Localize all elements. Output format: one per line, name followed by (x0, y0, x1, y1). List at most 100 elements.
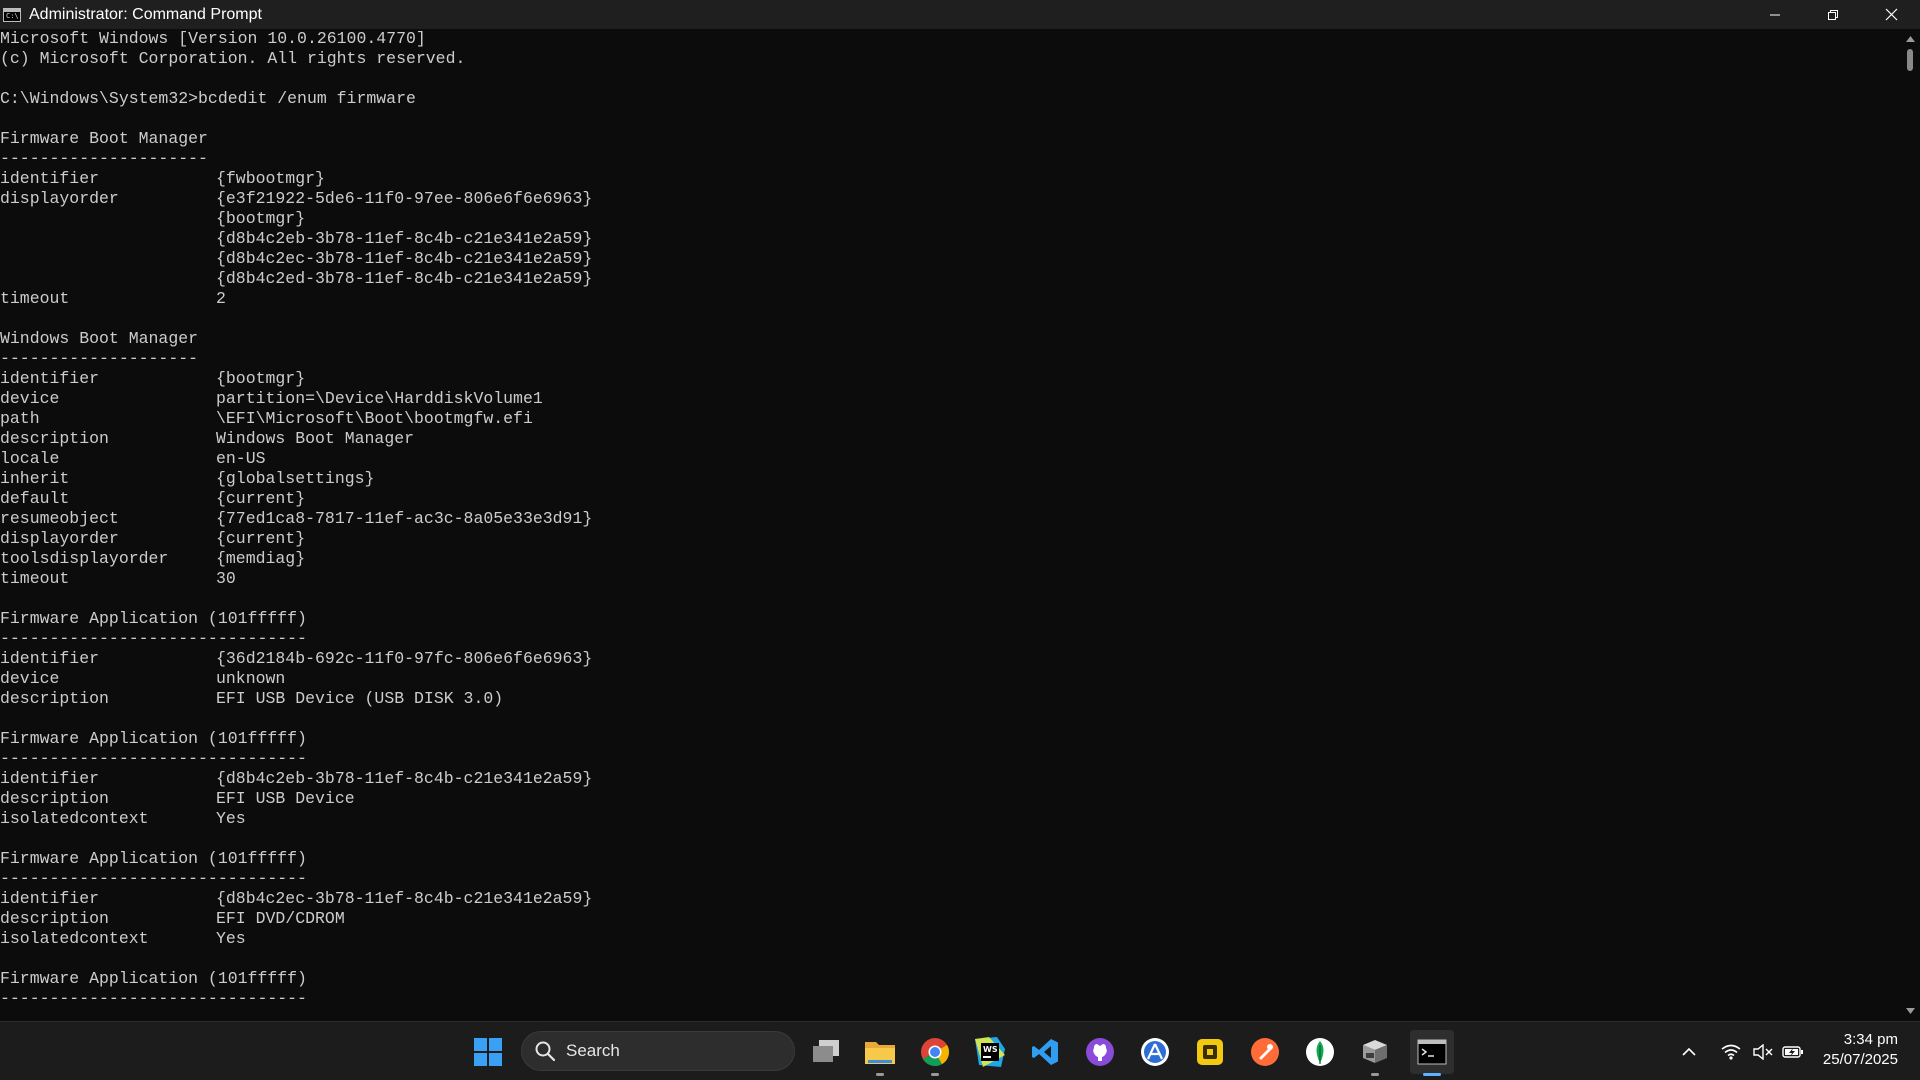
console-key (0, 269, 216, 289)
console-line: isolatedcontext Yes (0, 809, 1900, 829)
minimize-button[interactable] (1746, 0, 1804, 29)
volume-muted-icon (1753, 1043, 1773, 1060)
console-value: Yes (216, 809, 246, 828)
vscode-button[interactable] (1027, 1034, 1063, 1070)
console-line: displayorder {e3f21922-5de6-11f0-97ee-806… (0, 189, 1900, 209)
restore-icon (1828, 9, 1838, 20)
start-button[interactable] (470, 1034, 506, 1070)
scroll-up-arrow[interactable] (1900, 31, 1920, 47)
scroll-thumb[interactable] (1907, 49, 1913, 71)
battery-button[interactable] (1778, 1045, 1808, 1059)
clock[interactable]: 3:34 pm 25/07/2025 (1823, 1030, 1898, 1070)
terminal-button[interactable] (1410, 1030, 1454, 1076)
console-line: toolsdisplayorder {memdiag} (0, 549, 1900, 569)
console-line: {d8b4c2eb-3b78-11ef-8c4b-c21e341e2a59} (0, 229, 1900, 249)
app-store-button[interactable] (1137, 1034, 1173, 1070)
volume-button[interactable] (1748, 1043, 1778, 1060)
console-line: Firmware Boot Manager (0, 129, 208, 148)
console-line: device unknown (0, 669, 1900, 689)
console-value: {fwbootmgr} (216, 169, 325, 188)
console-value: {bootmgr} (216, 369, 306, 388)
running-indicator (931, 1073, 939, 1076)
task-view-icon (813, 1040, 839, 1062)
restore-button[interactable] (1804, 0, 1862, 29)
console-line: path \EFI\Microsoft\Boot\bootmgfw.efi (0, 409, 1900, 429)
github-desktop-button[interactable] (1082, 1034, 1118, 1070)
console-line: timeout 30 (0, 569, 1900, 589)
console-line: identifier {d8b4c2eb-3b78-11ef-8c4b-c21e3… (0, 769, 1900, 789)
console-line: Firmware Application (101fffff) (0, 609, 307, 628)
console-key: displayorder (0, 529, 119, 548)
console-value: {current} (216, 489, 306, 508)
console-line: description EFI DVD/CDROM (0, 909, 1900, 929)
console-line: description Windows Boot Manager (0, 429, 1900, 449)
console-line: default {current} (0, 489, 1900, 509)
console-key: timeout (0, 569, 70, 588)
scroll-down-arrow[interactable] (1900, 1003, 1920, 1019)
show-hidden-icons-button[interactable] (1676, 1047, 1702, 1057)
console-line: -------------------- (0, 349, 199, 368)
console-key: device (0, 669, 60, 688)
terminal-icon (1417, 1039, 1447, 1065)
folder-icon (865, 1042, 895, 1064)
console-key: locale (0, 449, 60, 468)
webstorm-icon: WS (975, 1037, 1005, 1067)
yellow-app-button[interactable] (1192, 1034, 1228, 1070)
console-line: identifier {bootmgr} (0, 369, 1900, 389)
title-bar[interactable]: C:\ Administrator: Command Prompt (0, 0, 1920, 29)
console-value: 2 (216, 289, 226, 308)
console-key: identifier (0, 769, 100, 788)
console-value: unknown (216, 669, 286, 688)
clock-time: 3:34 pm (1843, 1031, 1898, 1048)
console-line: Firmware Application (101fffff) (0, 969, 307, 988)
task-view-button[interactable] (808, 1034, 844, 1070)
console-value: {36d2184b-692c-11f0-97fc-806e6f6e6963} (216, 649, 593, 668)
console-line: {d8b4c2ec-3b78-11ef-8c4b-c21e341e2a59} (0, 249, 1900, 269)
network-button[interactable] (1714, 1044, 1748, 1060)
search-label: Search (566, 1041, 620, 1060)
postman-icon (1251, 1038, 1279, 1066)
console-line: inherit {globalsettings} (0, 469, 1900, 489)
close-button[interactable] (1862, 0, 1920, 29)
search-box[interactable]: Search (521, 1031, 795, 1071)
console-key: description (0, 429, 109, 448)
yellow-app-icon (1197, 1039, 1223, 1065)
mongodb-leaf-icon (1306, 1038, 1334, 1066)
clock-date: 25/07/2025 (1822, 1051, 1898, 1068)
console-key (0, 249, 216, 269)
console-key: default (0, 489, 70, 508)
vertical-scrollbar[interactable] (1900, 29, 1920, 1021)
console-line: identifier {36d2184b-692c-11f0-97fc-806e6… (0, 649, 1900, 669)
vm-app-button[interactable] (1357, 1034, 1393, 1076)
console-key: description (0, 689, 109, 708)
console-value: Yes (216, 929, 246, 948)
running-indicator (876, 1073, 884, 1076)
console-value: 30 (216, 569, 236, 588)
file-explorer-button[interactable] (862, 1034, 898, 1076)
search-icon (535, 1041, 556, 1062)
console-value: {bootmgr} (216, 209, 306, 228)
console-key: identifier (0, 649, 100, 668)
console-value: {d8b4c2ed-3b78-11ef-8c4b-c21e341e2a59} (216, 269, 593, 288)
console-line: identifier {d8b4c2ec-3b78-11ef-8c4b-c21e3… (0, 889, 1900, 909)
active-indicator (1423, 1073, 1441, 1076)
window-title: Administrator: Command Prompt (29, 5, 262, 23)
app-a-icon (1141, 1038, 1169, 1066)
console-line: description EFI USB Device (0, 789, 1900, 809)
console-line: ------------------------------- (0, 869, 307, 888)
mongodb-compass-button[interactable] (1302, 1034, 1338, 1070)
console-line: Windows Boot Manager (0, 329, 199, 348)
window-controls (1746, 0, 1920, 29)
console-line: ------------------------------- (0, 629, 307, 648)
console-line: Firmware Application (101fffff) (0, 849, 307, 868)
webstorm-button[interactable]: WS (972, 1034, 1008, 1070)
console-line: C:\Windows\System32>bcdedit /enum firmwa… (0, 89, 416, 108)
console-line: device partition=\Device\HarddiskVolume1 (0, 389, 1900, 409)
console-key: identifier (0, 369, 100, 388)
postman-button[interactable] (1247, 1034, 1283, 1070)
console-output[interactable]: Microsoft Windows [Version 10.0.26100.47… (0, 29, 1900, 1021)
chrome-button[interactable] (917, 1034, 953, 1076)
console-key: identifier (0, 169, 100, 188)
